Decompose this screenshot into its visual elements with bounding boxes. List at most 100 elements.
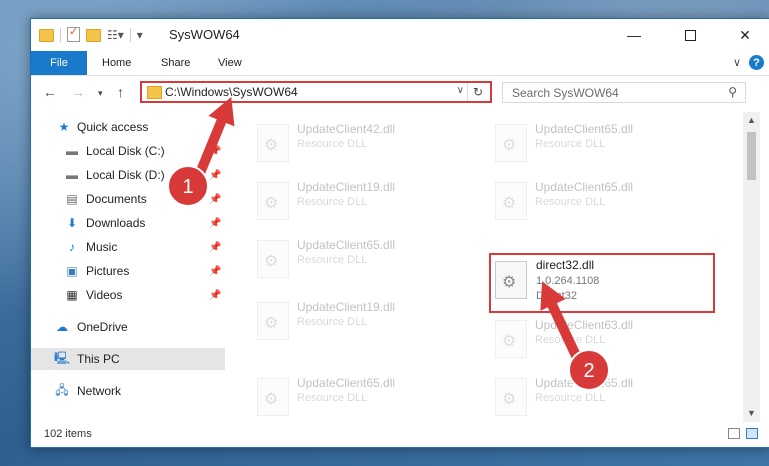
sidebar-item-label: Downloads [86, 216, 146, 230]
dll-file-icon [257, 182, 289, 220]
navigation-bar: ← → ▾ ↑ C:\Windows\SysWOW64 ∨ ↻ Search S… [31, 76, 769, 110]
dll-file-icon [257, 378, 289, 416]
file-item-direct32[interactable]: direct32.dll 1.0.264.1108 Direct32 [489, 253, 715, 313]
dll-file-icon [257, 124, 289, 162]
pictures-icon: ▣ [66, 264, 78, 278]
file-item[interactable]: UpdateClient65.dll Resource DLL [487, 370, 707, 422]
sidebar-item-downloads[interactable]: ⬇ Downloads 📌 [31, 212, 225, 234]
videos-icon: ▦ [66, 288, 78, 302]
file-name: UpdateClient65.dll [297, 238, 396, 252]
close-button[interactable]: ✕ [722, 19, 768, 51]
file-name: UpdateClient42.dll [297, 122, 396, 136]
expand-ribbon-icon[interactable]: ∨ [733, 56, 741, 69]
back-arrow-icon[interactable]: ← [43, 84, 57, 100]
pin-icon[interactable]: 📌 [209, 194, 221, 205]
pin-icon[interactable]: 📌 [209, 170, 221, 181]
navigation-pane: ★ Quick access ▬ Local Disk (C:) 📌 ▬ Loc… [31, 112, 225, 422]
sidebar-item-label: Documents [86, 192, 147, 206]
computer-icon: 🖳 [54, 350, 71, 365]
sidebar-item-documents[interactable]: ▤ Documents 📌 [31, 188, 225, 210]
tab-file[interactable]: File [31, 51, 87, 75]
maximize-icon [684, 29, 696, 41]
search-icon[interactable]: ⚲ [728, 85, 737, 99]
address-path[interactable]: C:\Windows\SysWOW64 [165, 85, 298, 99]
file-item[interactable]: UpdateClient65.dll Resource DLL [487, 174, 707, 226]
file-item[interactable]: UpdateClient63.dll Resource DLL [487, 312, 707, 364]
scroll-up-icon[interactable]: ▲ [747, 115, 756, 125]
drive-icon: ▬ [66, 168, 78, 182]
file-name: direct32.dll [536, 258, 595, 272]
sidebar-item-this-pc[interactable]: 🖳 This PC [31, 348, 225, 370]
pin-icon[interactable]: 📌 [209, 290, 221, 301]
file-explorer-window: ☷▾ ▾ SysWOW64 — ✕ File Home Share View ∨… [30, 18, 769, 448]
address-dropdown-icon[interactable]: ∨ [457, 85, 464, 96]
pin-icon[interactable]: 📌 [209, 266, 221, 277]
file-item[interactable]: UpdateClient19.dll Resource DLL [249, 294, 469, 346]
dll-file-icon [495, 182, 527, 220]
file-name: UpdateClient65.dll [535, 376, 634, 390]
file-name: UpdateClient19.dll [297, 300, 396, 314]
address-bar[interactable]: C:\Windows\SysWOW64 ∨ ↻ [140, 81, 492, 103]
file-item[interactable]: UpdateClient42.dll Resource DLL [249, 116, 469, 168]
tab-home[interactable]: Home [102, 51, 131, 75]
sidebar-item-onedrive[interactable]: ☁ OneDrive [31, 316, 225, 338]
pin-icon[interactable]: 📌 [209, 146, 221, 157]
music-icon: ♪ [69, 240, 75, 254]
scroll-down-icon[interactable]: ▼ [747, 408, 756, 418]
sidebar-item-label: Videos [86, 288, 123, 302]
file-item[interactable]: UpdateClient65.dll Resource DLL [487, 116, 707, 168]
vertical-scrollbar[interactable]: ▲ ▼ [743, 112, 760, 422]
sidebar-item-label: OneDrive [77, 320, 128, 334]
pin-icon[interactable]: 📌 [209, 218, 221, 229]
minimize-button[interactable]: — [611, 19, 657, 51]
search-input[interactable]: Search SysWOW64 ⚲ [502, 82, 746, 103]
properties-check-icon[interactable] [67, 25, 80, 42]
sidebar-item-label: Local Disk (D:) [86, 168, 165, 182]
divider [60, 27, 61, 42]
sidebar-item-local-disk-c[interactable]: ▬ Local Disk (C:) 📌 [31, 140, 225, 162]
divider [129, 27, 131, 42]
sidebar-item-local-disk-d[interactable]: ▬ Local Disk (D:) 📌 [31, 164, 225, 186]
sidebar-item-label: Network [77, 384, 122, 398]
sidebar-item-videos[interactable]: ▦ Videos 📌 [31, 284, 225, 306]
sidebar-item-label: Music [86, 240, 118, 254]
toolbar-dropdown-icon[interactable]: ▾ [137, 28, 143, 42]
sidebar-item-label: This PC [77, 352, 120, 366]
file-description: Resource DLL [297, 196, 368, 208]
sidebar-item-label: Pictures [86, 264, 130, 278]
refresh-icon[interactable]: ↻ [467, 83, 488, 101]
forward-arrow-icon[interactable]: → [71, 84, 85, 100]
file-description: Resource DLL [297, 392, 368, 404]
sidebar-item-pictures[interactable]: ▣ Pictures 📌 [31, 260, 225, 282]
sidebar-item-network[interactable]: 🖧 Network [31, 380, 225, 402]
file-item[interactable]: UpdateClient65.dll Resource DLL [249, 370, 469, 422]
help-icon[interactable]: ? [749, 55, 764, 70]
customize-toolbar-icon[interactable]: ☷▾ [107, 28, 124, 42]
file-name: UpdateClient19.dll [297, 180, 396, 194]
sidebar-item-music[interactable]: ♪ Music 📌 [31, 236, 225, 258]
file-description: Resource DLL [297, 316, 368, 328]
tiles-view-icon[interactable] [746, 428, 758, 439]
scroll-thumb[interactable] [747, 132, 756, 180]
quick-access-toolbar: ☷▾ ▾ [39, 25, 143, 42]
file-item[interactable]: UpdateClient19.dll Resource DLL [249, 174, 469, 226]
pin-icon[interactable]: 📌 [209, 242, 221, 253]
new-folder-icon[interactable] [86, 29, 101, 42]
file-name: UpdateClient65.dll [535, 122, 634, 136]
up-arrow-icon[interactable]: ↑ [117, 84, 124, 100]
download-icon: ⬇ [66, 216, 78, 230]
maximize-button[interactable] [667, 19, 713, 51]
file-description: Resource DLL [535, 392, 606, 404]
recent-locations-icon[interactable]: ▾ [98, 88, 103, 99]
file-item[interactable]: UpdateClient65.dll Resource DLL [249, 232, 469, 284]
file-list: UpdateClient42.dll Resource DLL UpdateCl… [227, 112, 743, 422]
ribbon-tabs: File Home Share View ∨ ? [31, 51, 769, 76]
tab-share[interactable]: Share [161, 51, 190, 75]
search-placeholder: Search SysWOW64 [512, 86, 619, 100]
sidebar-item-quick-access[interactable]: ★ Quick access [31, 116, 225, 138]
file-name: UpdateClient63.dll [535, 318, 634, 332]
details-view-icon[interactable] [728, 428, 740, 439]
file-description: Resource DLL [535, 334, 606, 346]
dll-file-icon [495, 261, 527, 299]
tab-view[interactable]: View [218, 51, 242, 75]
